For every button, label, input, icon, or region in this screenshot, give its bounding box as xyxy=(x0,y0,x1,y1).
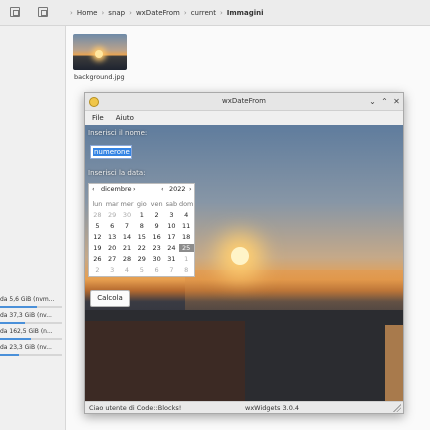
calendar-day[interactable]: 5 xyxy=(90,222,105,230)
chevron-right-icon: › xyxy=(70,9,73,17)
calendar-day[interactable]: 28 xyxy=(120,255,135,263)
calendar-day[interactable]: 1 xyxy=(134,211,149,219)
calendar-day[interactable]: 2 xyxy=(149,211,164,219)
calendar-day[interactable]: 11 xyxy=(179,222,194,230)
drive-usage-bar xyxy=(0,322,62,324)
chevron-right-icon: › xyxy=(129,9,132,17)
calendar-day[interactable]: 5 xyxy=(134,266,149,274)
prev-year-icon[interactable]: ‹ xyxy=(161,185,164,193)
name-label: Inserisci il nome: xyxy=(88,129,148,137)
calendar-day[interactable]: 30 xyxy=(120,211,135,219)
drive-usage-bar xyxy=(0,338,62,340)
weekday-label: ven xyxy=(150,199,163,208)
next-month-icon[interactable]: › xyxy=(133,185,136,193)
breadcrumb-item[interactable]: snap xyxy=(108,9,125,17)
minimize-button[interactable]: ⌄ xyxy=(367,96,378,107)
calendar-day[interactable]: 14 xyxy=(120,233,135,241)
file-manager-sidebar xyxy=(0,0,66,430)
calendar-day[interactable]: 10 xyxy=(164,222,179,230)
chevron-right-icon: › xyxy=(101,9,105,17)
breadcrumb-item[interactable]: wxDateFrom xyxy=(136,9,180,17)
file-name[interactable]: background.jpg xyxy=(74,73,125,81)
calendar-day[interactable]: 31 xyxy=(164,255,179,263)
calendar-day[interactable]: 4 xyxy=(179,211,194,219)
date-label: Inserisci la data: xyxy=(88,169,146,177)
calendar-day[interactable]: 8 xyxy=(134,222,149,230)
name-input-value: numerone xyxy=(93,148,131,156)
calendar-day[interactable]: 13 xyxy=(105,233,120,241)
weekday-label: mer xyxy=(120,199,134,208)
prev-month-icon[interactable]: ‹ xyxy=(92,185,95,193)
drive-usage-bar xyxy=(0,306,62,308)
next-year-icon[interactable]: › xyxy=(189,185,192,193)
calendar-day[interactable]: 6 xyxy=(105,222,120,230)
menu-file[interactable]: File xyxy=(92,114,104,122)
calendar-day[interactable]: 9 xyxy=(149,222,164,230)
status-left: Ciao utente di Code::Blocks! xyxy=(89,404,182,412)
breadcrumb-item[interactable]: Immagini xyxy=(227,9,264,17)
copy-icon[interactable] xyxy=(10,7,20,17)
breadcrumb-item[interactable]: current xyxy=(191,9,216,17)
app-window: wxDateFrom ⌄ ⌃ ✕ File Aiuto Inserisci il… xyxy=(84,92,404,414)
chevron-right-icon: › xyxy=(183,9,187,17)
background-photo-panel: Inserisci il nome: numerone Inserisci la… xyxy=(85,125,403,401)
calendar-day[interactable]: 16 xyxy=(149,233,164,241)
weekday-label: gio xyxy=(136,199,147,208)
weekday-label: dom xyxy=(178,199,194,208)
calendar-day[interactable]: 6 xyxy=(149,266,164,274)
status-right: wxWidgets 3.0.4 xyxy=(245,404,300,412)
calendar-day[interactable]: 24 xyxy=(164,244,179,252)
weekday-label: sab xyxy=(165,199,178,208)
calendar-header: ‹ dicembre › ‹ 2022 › xyxy=(89,185,194,195)
weekday-label: mar xyxy=(105,199,119,208)
calendar-day[interactable]: 19 xyxy=(90,244,105,252)
menu-bar: File Aiuto xyxy=(85,111,403,125)
calendar-day[interactable]: 17 xyxy=(164,233,179,241)
maximize-button[interactable]: ⌃ xyxy=(379,96,390,107)
calendar-day[interactable]: 2 xyxy=(90,266,105,274)
calendar-day[interactable]: 8 xyxy=(179,266,194,274)
calendar-day[interactable]: 3 xyxy=(164,211,179,219)
calendar-day[interactable]: 28 xyxy=(90,211,105,219)
calendar-day[interactable]: 3 xyxy=(105,266,120,274)
resize-grip[interactable] xyxy=(393,404,401,412)
calendar-day[interactable]: 22 xyxy=(134,244,149,252)
calendar-day[interactable]: 12 xyxy=(90,233,105,241)
calendar[interactable]: ‹ dicembre › ‹ 2022 › lun mar mer gio ven sab… xyxy=(88,183,195,277)
status-bar: Ciao utente di Code::Blocks! wxWidgets 3… xyxy=(85,401,403,413)
breadcrumb: › Home › snap › wxDateFrom › current › Immagini xyxy=(66,0,264,26)
calendar-day[interactable]: 4 xyxy=(120,266,135,274)
calendar-month[interactable]: dicembre xyxy=(101,185,132,193)
calendar-day[interactable]: 20 xyxy=(105,244,120,252)
name-input[interactable]: numerone xyxy=(90,145,132,159)
copy-icon[interactable] xyxy=(38,7,48,17)
calendar-day[interactable]: 25 xyxy=(178,243,194,252)
chevron-right-icon: › xyxy=(219,9,223,17)
calendar-day[interactable]: 29 xyxy=(105,211,120,219)
image-thumbnail[interactable] xyxy=(73,34,127,70)
close-button[interactable]: ✕ xyxy=(391,96,402,107)
calendar-day[interactable]: 15 xyxy=(134,233,149,241)
title-bar[interactable]: wxDateFrom ⌄ ⌃ ✕ xyxy=(85,93,403,111)
calendar-day[interactable]: 30 xyxy=(149,255,164,263)
menu-help[interactable]: Aiuto xyxy=(116,114,134,122)
calendar-day[interactable]: 7 xyxy=(164,266,179,274)
weekday-label: lun xyxy=(92,199,103,208)
calendar-day[interactable]: 21 xyxy=(120,244,135,252)
drive-usage-bar xyxy=(0,354,62,356)
breadcrumb-item[interactable]: Home xyxy=(77,9,98,17)
window-title: wxDateFrom xyxy=(222,97,266,105)
calendar-day[interactable]: 23 xyxy=(149,244,164,252)
calendar-day[interactable]: 1 xyxy=(179,255,194,263)
calcola-button[interactable]: Calcola xyxy=(90,290,130,307)
calendar-grid: lun mar mer gio ven sab dom 28 29 30 1 2 3 4 5 6 7 8 9 10 11… xyxy=(90,198,194,275)
calendar-day[interactable]: 29 xyxy=(134,255,149,263)
calendar-day[interactable]: 18 xyxy=(179,233,194,241)
calendar-day[interactable]: 7 xyxy=(120,222,135,230)
calendar-day[interactable]: 27 xyxy=(105,255,120,263)
calendar-year[interactable]: 2022 xyxy=(169,185,186,193)
calendar-day[interactable]: 26 xyxy=(90,255,105,263)
